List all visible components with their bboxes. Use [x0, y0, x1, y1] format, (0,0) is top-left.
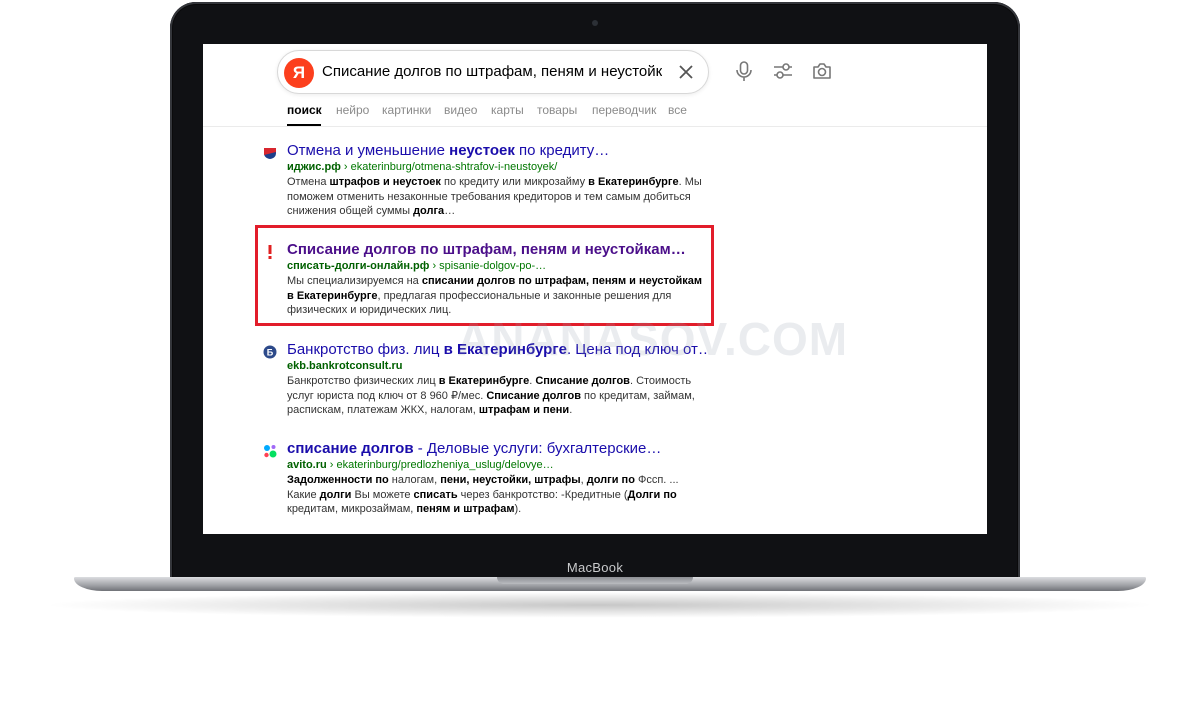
tab-translator[interactable]: переводчик — [592, 103, 656, 117]
search-bar[interactable]: Я Списание долгов по штрафам, пеням и не… — [277, 50, 709, 94]
yandex-logo[interactable]: Я — [284, 58, 314, 88]
search-result: Отмена и уменьшение неустоек по кредиту…… — [263, 142, 713, 217]
macbook-label: MacBook — [566, 560, 624, 575]
tab-all[interactable]: все — [668, 103, 687, 117]
result-snippet: Задолженности по налогам, пени, неустойк… — [287, 474, 679, 515]
result-snippet: Банкротство физических лиц в Екатеринбур… — [287, 375, 695, 416]
laptop-shadow — [40, 592, 1160, 618]
microphone-icon[interactable] — [733, 60, 755, 82]
result-title-link[interactable]: списание долгов - Деловые услуги: бухгал… — [287, 440, 707, 458]
close-icon[interactable] — [676, 62, 696, 82]
camera-icon — [592, 20, 598, 26]
avito-favicon-icon — [264, 445, 277, 458]
browser-screen: Я Списание долгов по штрафам, пеням и не… — [203, 44, 987, 534]
result-snippet: Отмена штрафов и неустоек по кредиту или… — [287, 176, 702, 217]
tab-maps[interactable]: карты — [491, 103, 524, 117]
result-url[interactable]: иджис.рф › ekaterinburg/otmena-shtrafov-… — [287, 160, 707, 174]
svg-text:Б: Б — [267, 348, 274, 358]
highlight-frame — [255, 225, 714, 326]
tab-video[interactable]: видео — [444, 103, 477, 117]
result-url[interactable]: avito.ru › ekaterinburg/predlozheniya_us… — [287, 458, 707, 472]
search-result: списание долгов - Деловые услуги: бухгал… — [263, 440, 713, 520]
camera-search-icon[interactable] — [811, 60, 833, 82]
header-divider — [203, 126, 987, 127]
result-title-link[interactable]: Отмена и уменьшение неустоек по кредиту… — [287, 142, 707, 160]
tab-products[interactable]: товары — [537, 103, 577, 117]
tab-neuro[interactable]: нейро — [336, 103, 369, 117]
shield-favicon-icon — [264, 148, 276, 159]
laptop-base-notch — [497, 577, 693, 584]
tab-images[interactable]: картинки — [382, 103, 431, 117]
laptop-frame: Я Списание долгов по штрафам, пеням и не… — [0, 0, 1200, 725]
tab-search[interactable]: поиск — [287, 103, 322, 117]
filters-icon[interactable] — [772, 60, 794, 82]
watermark: ANANASOV.COM — [457, 313, 849, 365]
search-input[interactable]: Списание долгов по штрафам, пеням и неус… — [322, 63, 662, 80]
bankrot-favicon-icon: Б — [263, 345, 277, 359]
